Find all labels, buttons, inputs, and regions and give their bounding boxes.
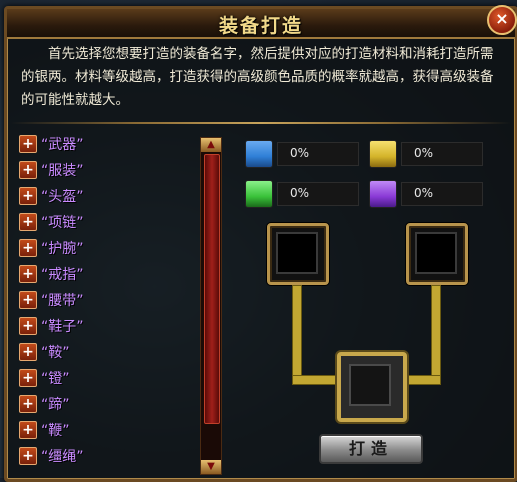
material-slot-left[interactable]	[267, 223, 329, 285]
purple-quality-icon	[369, 180, 397, 208]
equipment-list: + “武器” + “服装” + “头盔” + “项链” + “护腕” + “戒指…	[17, 133, 197, 473]
quality-purple: 0%	[369, 180, 489, 208]
list-item-label[interactable]: “鞭”	[41, 420, 70, 440]
list-item-saddle[interactable]: + “鞍”	[17, 341, 197, 363]
slot-inner	[276, 232, 318, 274]
list-scrollbar[interactable]: ▲ ▼	[200, 137, 222, 475]
probability-field: 0%	[277, 142, 359, 166]
scroll-up-arrow-icon[interactable]: ▲	[201, 138, 221, 152]
probability-value: 0%	[414, 186, 434, 200]
material-slot-right[interactable]	[406, 223, 468, 285]
list-item-hoof[interactable]: + “蹄”	[17, 393, 197, 415]
scroll-thumb[interactable]	[204, 154, 220, 424]
expand-icon[interactable]: +	[19, 447, 37, 465]
forge-window: 装备打造 × 首先选择您想要打造的装备名字，然后提供对应的打造材料和消耗打造所需…	[4, 5, 517, 482]
expand-icon[interactable]: +	[19, 239, 37, 257]
forge-button[interactable]: 打造	[319, 434, 423, 464]
quality-blue: 0%	[245, 140, 365, 168]
result-slot[interactable]	[337, 352, 407, 422]
pipe-right-horizontal	[403, 375, 441, 385]
expand-icon[interactable]: +	[19, 161, 37, 179]
slot-inner	[349, 364, 391, 406]
slot-inner	[415, 232, 457, 274]
list-item-stirrup[interactable]: + “镫”	[17, 367, 197, 389]
list-item-label[interactable]: “服装”	[41, 160, 84, 180]
expand-icon[interactable]: +	[19, 395, 37, 413]
expand-icon[interactable]: +	[19, 343, 37, 361]
list-item-label[interactable]: “腰带”	[41, 290, 84, 310]
list-item-bracer[interactable]: + “护腕”	[17, 237, 197, 259]
expand-icon[interactable]: +	[19, 187, 37, 205]
list-item-ring[interactable]: + “戒指”	[17, 263, 197, 285]
list-item-shoes[interactable]: + “鞋子”	[17, 315, 197, 337]
pipe-left-vertical	[292, 285, 302, 383]
green-quality-icon	[245, 180, 273, 208]
probability-value: 0%	[290, 146, 310, 160]
blue-quality-icon	[245, 140, 273, 168]
list-item-label[interactable]: “项链”	[41, 212, 84, 232]
list-item-clothing[interactable]: + “服装”	[17, 159, 197, 181]
probability-value: 0%	[414, 146, 434, 160]
probability-field: 0%	[401, 142, 483, 166]
list-item-necklace[interactable]: + “项链”	[17, 211, 197, 233]
window-title: 装备打造	[218, 15, 303, 37]
expand-icon[interactable]: +	[19, 265, 37, 283]
expand-icon[interactable]: +	[19, 291, 37, 309]
title-bar: 装备打造	[7, 9, 515, 39]
list-item-label[interactable]: “蹄”	[41, 394, 70, 414]
expand-icon[interactable]: +	[19, 369, 37, 387]
pipe-left-horizontal	[292, 375, 339, 385]
instructions-text: 首先选择您想要打造的装备名字，然后提供对应的打造材料和消耗打造所需的银两。材料等…	[21, 46, 494, 108]
scroll-down-arrow-icon[interactable]: ▼	[201, 460, 221, 474]
list-item-label[interactable]: “鞍”	[41, 342, 70, 362]
close-button[interactable]: ×	[487, 5, 517, 35]
list-item-reins[interactable]: + “缰绳”	[17, 445, 197, 467]
gold-quality-icon	[369, 140, 397, 168]
pipe-right-vertical	[431, 285, 441, 383]
list-item-belt[interactable]: + “腰带”	[17, 289, 197, 311]
list-item-label[interactable]: “武器”	[41, 134, 84, 154]
expand-icon[interactable]: +	[19, 213, 37, 231]
list-item-label[interactable]: “护腕”	[41, 238, 84, 258]
expand-icon[interactable]: +	[19, 317, 37, 335]
expand-icon[interactable]: +	[19, 421, 37, 439]
probability-value: 0%	[290, 186, 310, 200]
list-item-label[interactable]: “镫”	[41, 368, 70, 388]
list-item-whip[interactable]: + “鞭”	[17, 419, 197, 441]
quality-green: 0%	[245, 180, 365, 208]
list-item-label[interactable]: “缰绳”	[41, 446, 84, 466]
probability-field: 0%	[401, 182, 483, 206]
probability-field: 0%	[277, 182, 359, 206]
quality-gold: 0%	[369, 140, 489, 168]
list-item-label[interactable]: “头盔”	[41, 186, 84, 206]
expand-icon[interactable]: +	[19, 135, 37, 153]
list-item-helmet[interactable]: + “头盔”	[17, 185, 197, 207]
list-item-label[interactable]: “鞋子”	[41, 316, 84, 336]
list-item-weapon[interactable]: + “武器”	[17, 133, 197, 155]
divider	[11, 122, 511, 124]
list-item-label[interactable]: “戒指”	[41, 264, 84, 284]
